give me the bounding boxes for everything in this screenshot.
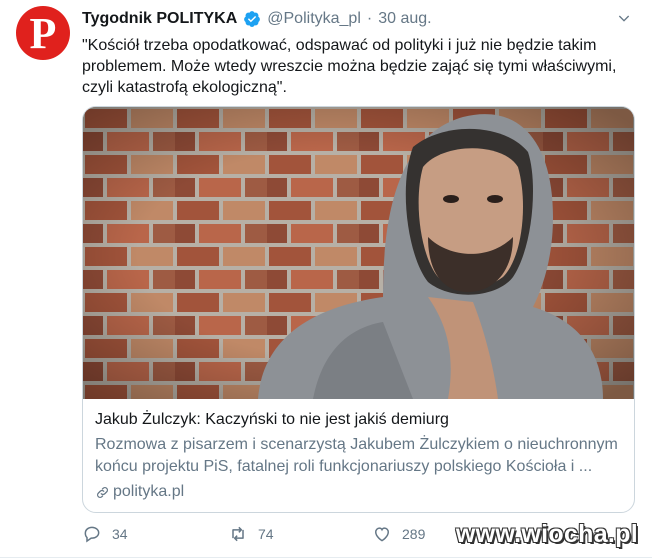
account-name[interactable]: Tygodnik POLITYKA xyxy=(82,10,237,28)
reply-count: 34 xyxy=(112,526,128,542)
card-body: Jakub Żulczyk: Kaczyński to nie jest jak… xyxy=(83,399,634,502)
tweet[interactable]: P Tygodnik POLITYKA @Polityka_pl · 30 au… xyxy=(0,0,652,558)
card-image[interactable] xyxy=(83,107,634,399)
avatar-letter: P xyxy=(29,9,57,58)
account-handle[interactable]: @Polityka_pl xyxy=(267,10,361,28)
photo-icon xyxy=(83,107,634,399)
heart-icon xyxy=(374,527,390,542)
reply-icon xyxy=(84,526,100,543)
avatar[interactable]: P xyxy=(16,6,70,60)
reply-button[interactable]: 34 xyxy=(82,524,128,544)
tweet-header: Tygodnik POLITYKA @Polityka_pl · 30 aug. xyxy=(82,10,432,28)
card-description: Rozmowa z pisarzem i scenarzystą Jakubem… xyxy=(95,436,618,475)
like-button[interactable]: 289 xyxy=(372,524,425,544)
retweet-button[interactable]: 74 xyxy=(228,524,274,544)
retweet-count: 74 xyxy=(258,526,274,542)
header-separator: · xyxy=(366,10,373,27)
card-domain-text: polityka.pl xyxy=(113,483,185,500)
like-count: 289 xyxy=(402,526,426,542)
link-card[interactable]: Jakub Żulczyk: Kaczyński to nie jest jak… xyxy=(82,106,635,513)
card-domain[interactable]: polityka.pl xyxy=(95,482,622,502)
link-icon xyxy=(97,486,108,498)
watermark-text: www.wiocha.pl xyxy=(455,520,638,548)
verified-badge-icon xyxy=(244,11,261,27)
retweet-icon xyxy=(232,526,244,542)
chevron-down-icon[interactable] xyxy=(616,10,632,26)
tweet-text: "Kościół trzeba opodatkować, odspawać od… xyxy=(82,37,617,96)
card-title[interactable]: Jakub Żulczyk: Kaczyński to nie jest jak… xyxy=(95,410,622,430)
tweet-date[interactable]: 30 aug. xyxy=(378,10,431,28)
